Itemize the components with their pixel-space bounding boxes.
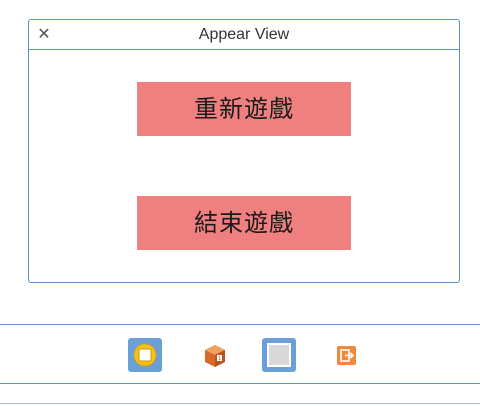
end-game-button[interactable]: 結束遊戲: [137, 196, 351, 250]
view-icon[interactable]: [262, 338, 296, 372]
storyboard-canvas: ✕ Appear View 重新遊戲 結束遊戲 1: [0, 0, 480, 406]
view-controller-icon[interactable]: [128, 338, 162, 372]
scene-dock: 1: [0, 324, 480, 384]
scene-title: Appear View: [198, 26, 290, 43]
restart-game-button[interactable]: 重新遊戲: [137, 82, 351, 136]
dock-divider: [0, 403, 480, 404]
appear-view-scene[interactable]: ✕ Appear View 重新遊戲 結束遊戲: [28, 19, 460, 283]
exit-icon[interactable]: [330, 338, 364, 372]
first-responder-icon[interactable]: 1: [198, 338, 232, 372]
svg-text:1: 1: [218, 356, 221, 362]
scene-title-bar: ✕ Appear View: [29, 20, 459, 50]
